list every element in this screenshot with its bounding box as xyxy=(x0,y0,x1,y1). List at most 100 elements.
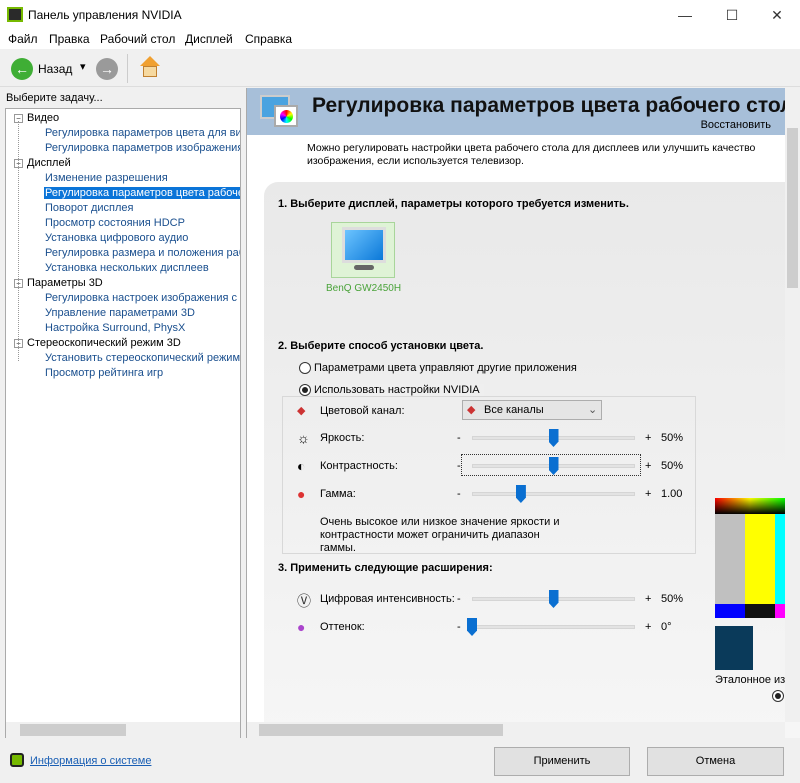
display-tile[interactable] xyxy=(331,222,395,278)
slider-label: Цифровая интенсивность: xyxy=(320,593,455,605)
tree-item[interactable]: Регулировка параметров изображения для в… xyxy=(44,142,240,154)
channel-icon: ◆ xyxy=(467,404,476,416)
settings-panel: 1. Выберите дисплей, параметры которого … xyxy=(264,182,800,738)
plus-sign: + xyxy=(645,432,652,444)
slider-value: 0° xyxy=(661,621,672,633)
tree-item[interactable]: Поворот дисплея xyxy=(44,202,134,214)
task-tree: − Видео Регулировка параметров цвета для в… xyxy=(5,108,241,738)
page-description: Можно регулировать настройки цвета рабоч… xyxy=(307,142,756,167)
minus-sign: - xyxy=(457,432,461,444)
system-info-link[interactable]: Информация о системе xyxy=(30,755,151,767)
reference-dark-swatch xyxy=(715,626,753,670)
tree-category[interactable]: − Стереоскопический режим 3D xyxy=(14,337,181,349)
minus-sign: - xyxy=(457,593,461,605)
content-horizontal-scrollbar[interactable] xyxy=(247,722,785,738)
title-bar: Панель управления NVIDIA — ☐ ✕ xyxy=(0,0,800,30)
plus-sign: + xyxy=(645,593,652,605)
step3-heading: 3. Применить следующие расширения: xyxy=(278,562,493,574)
tree-item[interactable]: Установить стереоскопический режим 3D xyxy=(44,352,240,364)
radio-nvidia-settings[interactable] xyxy=(299,384,311,396)
tree-category[interactable]: − Дисплей xyxy=(14,157,71,169)
task-label: Выберите задачу... xyxy=(6,92,103,104)
contrast-icon: ◐ xyxy=(297,458,306,474)
back-button[interactable]: ← Назад xyxy=(11,57,73,81)
menu-file[interactable]: Файл xyxy=(8,32,38,46)
close-button[interactable]: ✕ xyxy=(754,0,800,30)
collapse-icon[interactable]: − xyxy=(14,159,23,168)
menu-help[interactable]: Справка xyxy=(245,32,292,46)
hue-icon: ● xyxy=(297,619,306,635)
tree-item[interactable]: Регулировка размера и положения рабочего… xyxy=(44,247,240,259)
category-label: Параметры 3D xyxy=(27,277,103,289)
tree-item[interactable]: Настройка Surround, PhysX xyxy=(44,322,186,334)
slider-value: 1.00 xyxy=(661,488,683,500)
step2-heading: 2. Выберите способ установки цвета. xyxy=(278,340,484,352)
display-color-icon xyxy=(260,95,300,129)
step1-heading: 1. Выберите дисплей, параметры которого … xyxy=(278,198,629,210)
apply-button[interactable]: Применить xyxy=(494,747,630,776)
tree-item[interactable]: Изменение разрешения xyxy=(44,172,169,184)
minus-sign: - xyxy=(457,621,461,633)
menu-display[interactable]: Дисплей xyxy=(185,32,233,46)
restore-link[interactable]: Восстановить xyxy=(701,119,771,131)
tree-horizontal-scrollbar[interactable] xyxy=(6,722,240,738)
back-label: Назад xyxy=(38,62,73,76)
chevron-down-icon: ⌄ xyxy=(588,404,598,416)
home-icon[interactable] xyxy=(138,56,162,80)
slider-label: Яркость: xyxy=(320,432,365,444)
minus-sign: - xyxy=(457,488,461,500)
collapse-icon[interactable]: − xyxy=(14,114,23,123)
tree-category[interactable]: − Видео xyxy=(14,112,59,124)
tree-item[interactable]: Просмотр состояния HDCP xyxy=(44,217,186,229)
tree-category[interactable]: − Параметры 3D xyxy=(14,277,103,289)
monitor-icon xyxy=(342,227,386,263)
page-title: Регулировка параметров цвета рабочего ст… xyxy=(312,94,800,117)
gamma-icon: ● xyxy=(297,486,306,502)
minimize-button[interactable]: — xyxy=(662,0,708,30)
slider-thumb[interactable] xyxy=(548,590,559,608)
system-info-icon xyxy=(10,753,24,767)
color-channel-dropdown[interactable]: ◆ Все каналы ⌄ xyxy=(462,400,602,420)
tree-item[interactable]: Регулировка параметров цвета для видео xyxy=(44,127,240,139)
category-label: Дисплей xyxy=(27,157,71,169)
menu-bar: Файл Правка Рабочий стол Дисплей Справка xyxy=(0,30,800,49)
menu-edit[interactable]: Правка xyxy=(49,32,90,46)
display-name[interactable]: BenQ GW2450H xyxy=(326,283,401,294)
menu-desktop[interactable]: Рабочий стол xyxy=(100,32,175,46)
cancel-button[interactable]: Отмена xyxy=(647,747,784,776)
slider-thumb[interactable] xyxy=(467,618,477,636)
footer: Информация о системе Применить Отмена xyxy=(0,740,800,783)
tree-item[interactable]: Управление параметрами 3D xyxy=(44,307,196,319)
collapse-icon[interactable]: − xyxy=(14,339,23,348)
window-title: Панель управления NVIDIA xyxy=(28,8,182,22)
reference-radio[interactable] xyxy=(772,690,784,702)
collapse-icon[interactable]: − xyxy=(14,279,23,288)
color-channel-label: Цветовой канал: xyxy=(320,405,405,417)
brightness-icon: ☼ xyxy=(297,430,310,446)
slider-track[interactable] xyxy=(472,625,635,629)
tree-item[interactable]: Регулировка параметров цвета рабочего ст… xyxy=(44,187,240,199)
radio-other-apps[interactable] xyxy=(299,362,311,374)
reference-image xyxy=(715,498,785,618)
tree-item[interactable]: Просмотр рейтинга игр xyxy=(44,367,164,379)
slider-value: 50% xyxy=(661,432,684,444)
forward-arrow-icon[interactable]: → xyxy=(96,58,118,80)
category-label: Стереоскопический режим 3D xyxy=(27,337,181,349)
page-header: Регулировка параметров цвета рабочего ст… xyxy=(247,88,800,135)
nvidia-app-icon xyxy=(7,7,23,22)
back-history-dropdown[interactable]: ▾ xyxy=(80,60,86,73)
tree-item[interactable]: Установка нескольких дисплеев xyxy=(44,262,210,274)
slider-value: 50% xyxy=(661,460,684,472)
radio-other-apps-label: Параметрами цвета управляют другие прило… xyxy=(314,362,577,374)
plus-sign: + xyxy=(645,488,652,500)
plus-sign: + xyxy=(645,460,652,472)
slider-track[interactable] xyxy=(472,492,635,496)
category-label: Видео xyxy=(27,112,60,124)
tree-item[interactable]: Установка цифрового аудио xyxy=(44,232,189,244)
content-vertical-scrollbar[interactable] xyxy=(785,88,800,722)
plus-sign: + xyxy=(645,621,652,633)
maximize-button[interactable]: ☐ xyxy=(709,0,755,30)
tree-item[interactable]: Регулировка настроек изображения с просм… xyxy=(44,292,240,304)
color-channel-icon: ◆ xyxy=(297,405,306,417)
gamma-note: Очень высокое или низкое значение яркост… xyxy=(320,516,560,554)
